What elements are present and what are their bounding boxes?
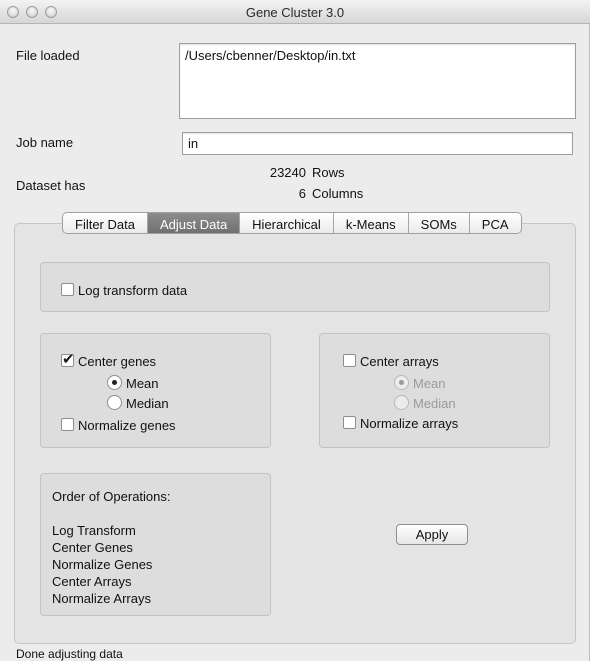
log-transform-label: Log transform data	[78, 283, 188, 298]
file-loaded-label: File loaded	[16, 48, 80, 63]
arrays-mean-label: Mean	[413, 376, 446, 391]
dataset-label: Dataset has	[16, 178, 86, 193]
rows-count: 23240	[269, 165, 306, 180]
genes-mean-label: Mean	[126, 376, 159, 391]
genes-median-label: Median	[126, 396, 169, 411]
genes-median-radio[interactable]	[107, 395, 122, 410]
columns-count: 6	[298, 186, 306, 201]
tab-pca[interactable]: PCA	[470, 213, 521, 233]
main-window: Gene Cluster 3.0 File loaded /Users/cben…	[0, 0, 590, 661]
normalize-genes-checkbox[interactable]	[61, 418, 74, 431]
normalize-arrays-label: Normalize arrays	[360, 416, 459, 431]
operation-item: Normalize Arrays	[52, 591, 151, 606]
rows-label: Rows	[312, 165, 345, 180]
tab-k-means[interactable]: k-Means	[334, 213, 409, 233]
apply-button[interactable]: Apply	[396, 524, 468, 545]
status-text: Done adjusting data	[16, 647, 123, 661]
tab-soms[interactable]: SOMs	[409, 213, 470, 233]
tab-filter-data[interactable]: Filter Data	[63, 213, 148, 233]
log-transform-checkbox[interactable]	[61, 283, 74, 296]
arrays-median-radio[interactable]	[394, 395, 409, 410]
job-name-input[interactable]: in	[182, 132, 573, 155]
genes-mean-radio[interactable]	[107, 375, 122, 390]
order-of-operations-title: Order of Operations:	[52, 489, 171, 504]
operation-item: Normalize Genes	[52, 557, 153, 572]
normalize-genes-label: Normalize genes	[78, 418, 176, 433]
center-arrays-label: Center arrays	[360, 354, 439, 369]
file-path-field[interactable]: /Users/cbenner/Desktop/in.txt	[179, 43, 576, 119]
columns-label: Columns	[312, 186, 364, 201]
center-genes-label: Center genes	[78, 354, 157, 369]
tab-adjust-data[interactable]: Adjust Data	[147, 213, 241, 233]
operation-item: Log Transform	[52, 523, 136, 538]
operation-item: Center Arrays	[52, 574, 132, 589]
tab-hierarchical[interactable]: Hierarchical	[240, 213, 334, 233]
title-bar: Gene Cluster 3.0	[0, 0, 590, 24]
operation-item: Center Genes	[52, 540, 133, 555]
arrays-mean-radio[interactable]	[394, 375, 409, 390]
center-arrays-checkbox[interactable]	[343, 354, 356, 367]
normalize-arrays-checkbox[interactable]	[343, 416, 356, 429]
center-genes-checkbox[interactable]	[61, 350, 75, 368]
arrays-median-label: Median	[413, 396, 456, 411]
window-title: Gene Cluster 3.0	[245, 5, 345, 20]
job-name-label: Job name	[16, 135, 74, 150]
tab-bar: Filter Data Adjust Data Hierarchical k-M…	[62, 212, 522, 234]
